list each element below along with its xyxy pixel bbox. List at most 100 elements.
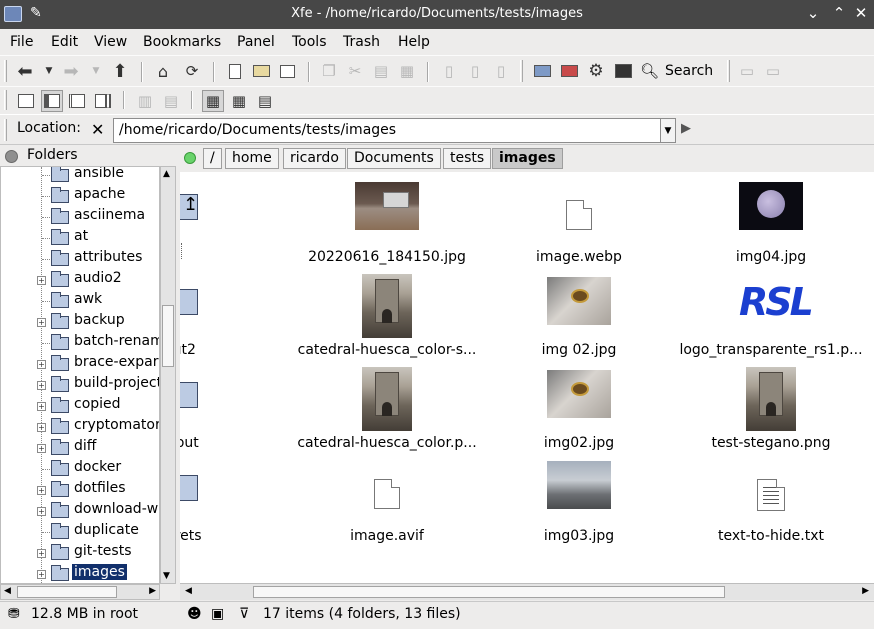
scroll-left-icon[interactable]: ◀ (185, 586, 192, 596)
files-horizontal-scrollbar[interactable]: ◀ ▶ (180, 583, 874, 600)
expand-icon[interactable]: + (37, 507, 46, 516)
folder-tree[interactable]: ansible apache asciinema at attributes + audio… (0, 166, 160, 584)
menu-file[interactable]: File (10, 34, 33, 50)
scroll-thumb[interactable] (162, 305, 174, 367)
settings-icon[interactable]: ⚙ (585, 60, 607, 82)
terminal-icon[interactable] (612, 60, 634, 82)
file-item[interactable]: test-stegano.png (676, 366, 866, 458)
detailed-view-icon[interactable]: ▤ (254, 90, 276, 112)
hidden-files-icon[interactable]: ▣ (211, 606, 224, 622)
file-item[interactable]: image.webp (484, 180, 674, 272)
one-panel-icon[interactable] (15, 90, 37, 112)
expand-icon[interactable]: + (37, 318, 46, 327)
file-item[interactable]: text-to-hide.txt (676, 459, 866, 551)
root-window-icon[interactable] (558, 60, 580, 82)
location-dropdown-icon[interactable]: ▼ (660, 118, 676, 143)
toolbar-handle[interactable] (520, 60, 523, 82)
tree-item[interactable]: + brace-expar (1, 354, 159, 375)
small-icons-view-icon[interactable]: ▦ (228, 90, 250, 112)
menu-bookmarks[interactable]: Bookmarks (143, 34, 221, 50)
toolbar-handle[interactable] (4, 60, 7, 82)
clear-location-icon[interactable]: ✕ (91, 120, 104, 139)
expand-icon[interactable]: + (37, 381, 46, 390)
tree-item[interactable]: + diff (1, 438, 159, 459)
copy-icon[interactable]: ❐ (318, 60, 340, 82)
tree-item[interactable]: + download-we (1, 501, 159, 522)
search-button[interactable]: 🔍︎ Search (640, 60, 713, 82)
menu-tools[interactable]: Tools (292, 34, 327, 50)
tree-item[interactable]: ansible (1, 167, 159, 186)
tree-item[interactable]: awk (1, 291, 159, 312)
cut-icon[interactable]: ✂ (344, 60, 366, 82)
big-icons-view-icon[interactable]: ▦ (202, 90, 224, 112)
file-item[interactable]: image.avif (292, 459, 482, 551)
menu-view[interactable]: View (94, 34, 127, 50)
expand-icon[interactable]: + (37, 444, 46, 453)
expand-icon[interactable]: + (37, 276, 46, 285)
tree-item[interactable]: + audio2 (1, 270, 159, 291)
new-window-icon[interactable] (276, 60, 298, 82)
menu-trash[interactable]: Trash (343, 34, 380, 50)
tree-item[interactable]: duplicate (1, 522, 159, 543)
expand-icon[interactable]: + (37, 570, 46, 579)
new-folder-icon[interactable] (250, 60, 272, 82)
scroll-right-icon[interactable]: ▶ (862, 586, 869, 596)
tree-item[interactable]: attributes (1, 249, 159, 270)
crumb-tests[interactable]: tests (443, 148, 492, 169)
toolbar-handle[interactable] (727, 60, 730, 82)
connect-icon[interactable]: ▭ (736, 60, 758, 82)
two-panels-icon[interactable] (66, 90, 88, 112)
location-input[interactable]: /home/ricardo/Documents/tests/images (113, 118, 661, 143)
tree-item[interactable]: + git-tests (1, 543, 159, 564)
file-item[interactable]: RSL logo_transparente_rs1.p... (676, 273, 866, 365)
file-item[interactable]: ↥ (180, 180, 275, 272)
tree-vertical-scrollbar[interactable]: ▲ ▼ (160, 166, 176, 584)
menu-edit[interactable]: Edit (51, 34, 78, 50)
tree-panel-icon[interactable] (41, 90, 63, 112)
crumb-images[interactable]: images (492, 148, 563, 169)
expand-icon[interactable]: + (37, 360, 46, 369)
scroll-thumb[interactable] (253, 586, 725, 598)
paste-icon[interactable]: ▤ (370, 60, 392, 82)
home-icon[interactable]: ⌂ (152, 60, 174, 82)
file-item[interactable]: out2 (180, 273, 275, 365)
back-history-icon[interactable]: ▼ (38, 60, 60, 82)
tree-item[interactable]: + copied (1, 396, 159, 417)
vertical-split-icon[interactable]: ▥ (134, 90, 156, 112)
back-icon[interactable]: ⬅ (14, 60, 36, 82)
toolbar-handle[interactable] (4, 119, 7, 141)
file-item[interactable]: img02.jpg (484, 366, 674, 458)
file-item[interactable]: img03.jpg (484, 459, 674, 551)
toolbar-handle[interactable] (4, 90, 7, 110)
file-item[interactable]: catedral-huesca_color.p... (292, 366, 482, 458)
delete-icon[interactable]: ▯ (490, 60, 512, 82)
expand-icon[interactable]: + (37, 486, 46, 495)
menu-help[interactable]: Help (398, 34, 430, 50)
up-icon[interactable]: ⬆ (109, 60, 131, 82)
tree-item[interactable]: asciinema (1, 207, 159, 228)
forward-icon[interactable]: ➡ (60, 60, 82, 82)
file-item[interactable]: ecrets (180, 459, 275, 551)
file-item[interactable]: 20220616_184150.jpg (292, 180, 482, 272)
expand-icon[interactable]: + (37, 549, 46, 558)
tree-item[interactable]: + images (1, 564, 159, 583)
disconnect-icon[interactable]: ▭ (762, 60, 784, 82)
filter-icon[interactable]: ⊽ (239, 606, 249, 622)
new-xfe-window-icon[interactable] (531, 60, 553, 82)
scroll-left-icon[interactable]: ◀ (4, 586, 11, 596)
tree-item[interactable]: batch-renam (1, 333, 159, 354)
tree-item[interactable]: + build-project (1, 375, 159, 396)
close-icon[interactable]: ✕ (851, 4, 871, 22)
expand-icon[interactable]: + (37, 423, 46, 432)
tree-item[interactable]: + cryptomator (1, 417, 159, 438)
file-list[interactable]: ↥ 20220616_184150.jpg image.webp img04.jpg o… (180, 172, 874, 583)
go-icon[interactable]: ▶ (681, 121, 691, 136)
crumb-home[interactable]: home (225, 148, 279, 169)
file-item[interactable]: utput (180, 366, 275, 458)
properties-icon[interactable]: ▦ (396, 60, 418, 82)
tree-horizontal-scrollbar[interactable]: ◀ ▶ (0, 584, 160, 600)
minimize-icon[interactable]: ⌄ (803, 4, 823, 22)
scroll-right-icon[interactable]: ▶ (149, 586, 156, 596)
tree-item[interactable]: docker (1, 459, 159, 480)
scroll-up-icon[interactable]: ▲ (163, 169, 170, 179)
